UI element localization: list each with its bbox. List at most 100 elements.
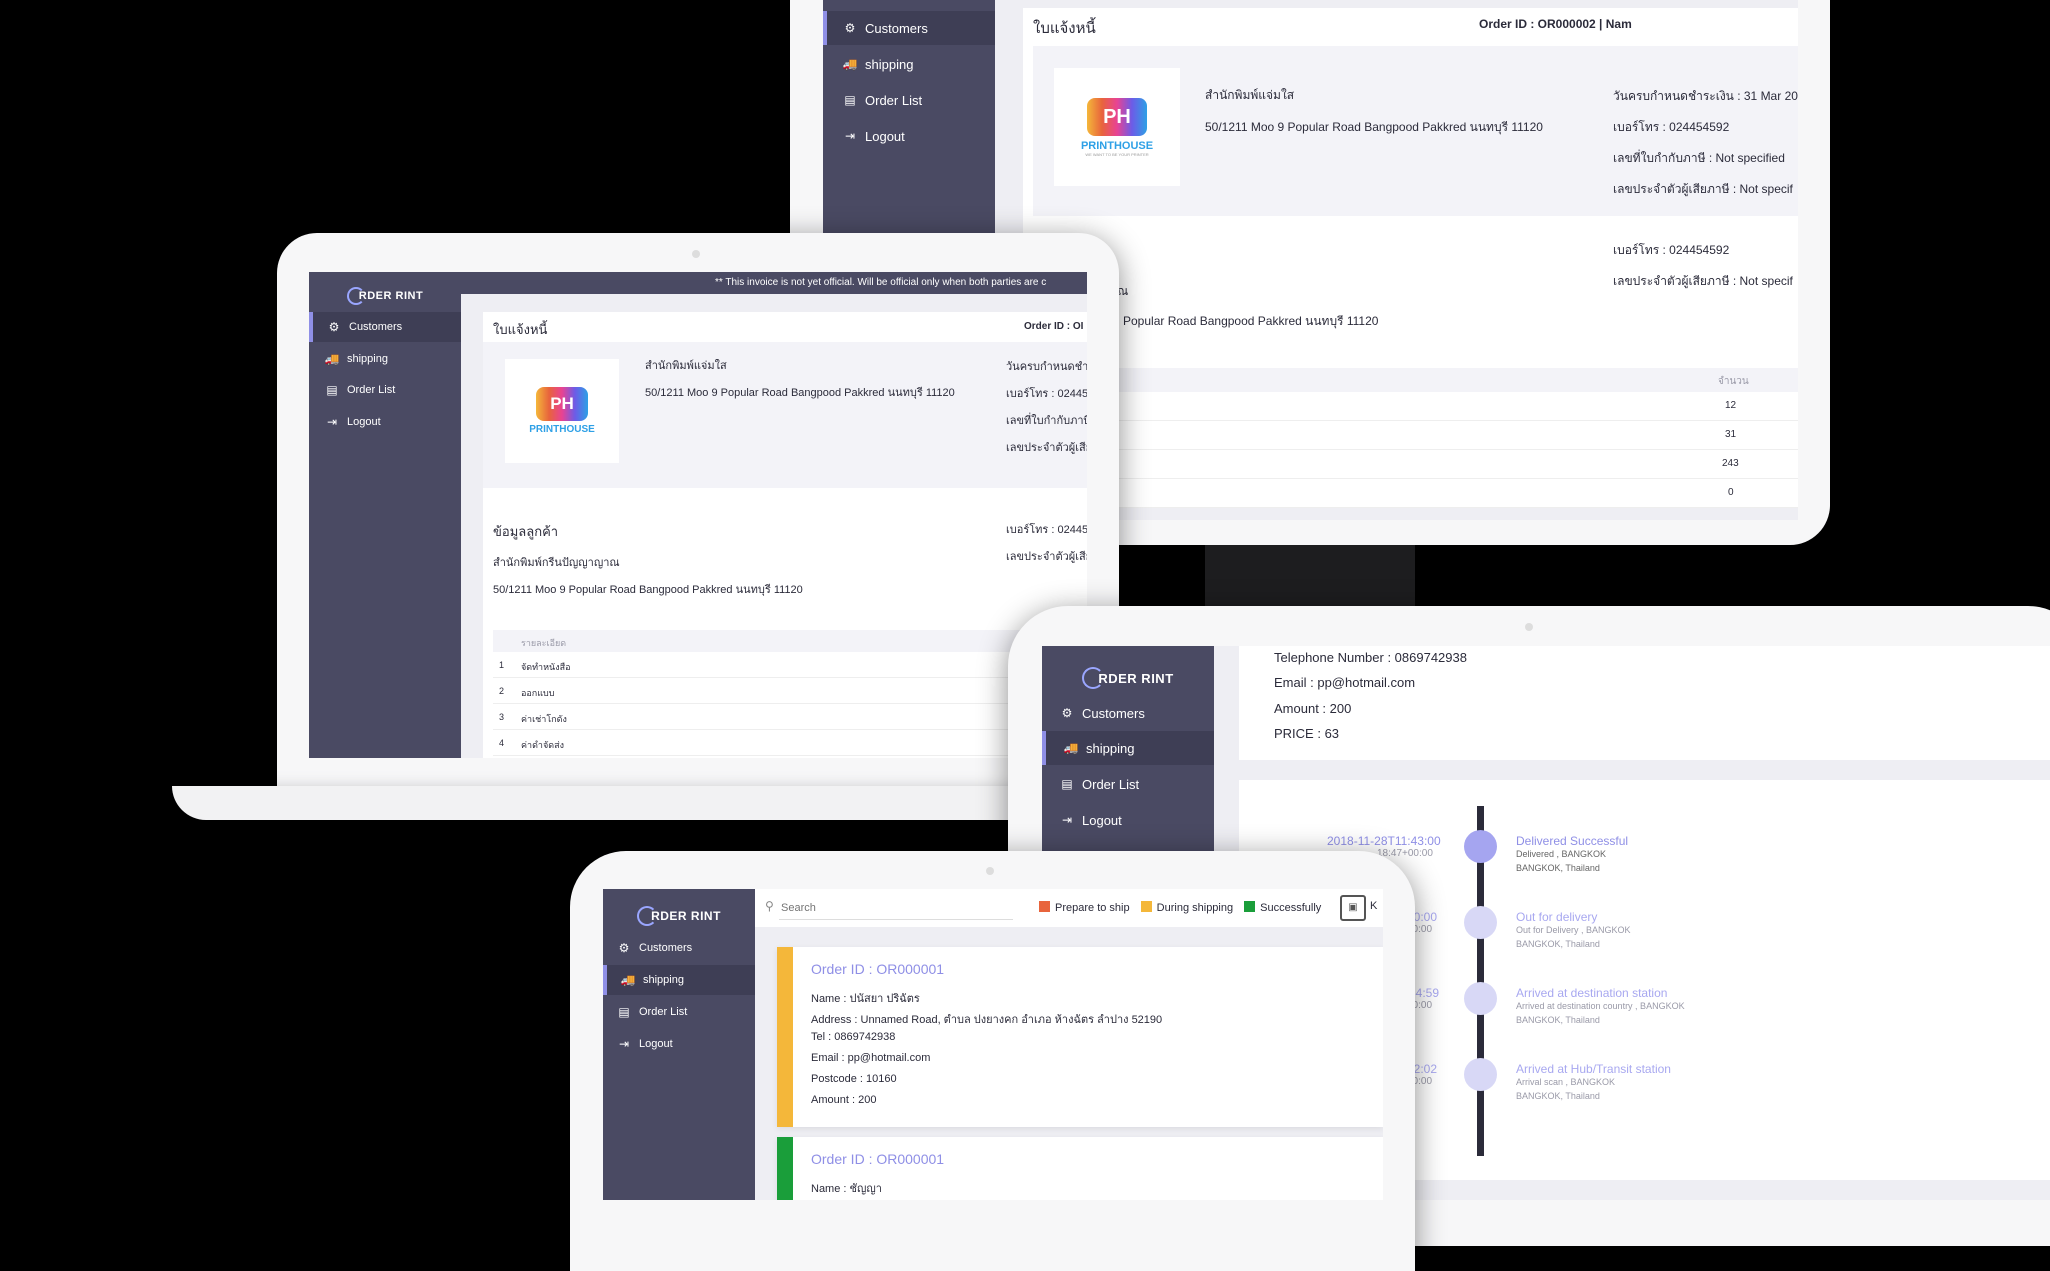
event-detail: Out for Delivery , BANGKOK (1516, 925, 1631, 935)
event-detail: Delivered , BANGKOK (1516, 849, 1607, 859)
clipboard-icon: ▤ (326, 383, 338, 397)
laptop-base (172, 786, 1132, 820)
sidebar-item-label: Order List (639, 1006, 688, 1018)
printhouse-mark: PH (536, 387, 588, 421)
order-id-header: Order ID : OR000002 | Nam (1479, 17, 1632, 31)
order-name: Name : ปนัสยา ปริฉัตร (811, 993, 920, 1005)
sidebar-item-label: Customers (865, 20, 928, 36)
truck-icon: 🚚 (620, 973, 636, 987)
unofficial-notice: ** This invoice is not yet official. Wil… (715, 277, 1047, 288)
sidebar-item-label: Logout (1082, 812, 1122, 828)
customer-tax-id: เลขประจำตัวผู้เสีย (1006, 551, 1087, 563)
tax-id: เลขประจำตัวผู้เสีย (1006, 442, 1087, 454)
invoice-card: ใบแจ้งหนี้ Order ID : OR000002 | Nam PH … (1023, 8, 1798, 508)
sidebar-item-label: Logout (865, 128, 905, 144)
sidebar-item-order-list[interactable]: ▤ Order List (309, 375, 461, 405)
order-id-header: Order ID : OI (1024, 321, 1084, 332)
email: Email : pp@hotmail.com (1274, 675, 1416, 690)
sidebar-item-shipping[interactable]: 🚚 shipping (309, 344, 461, 374)
customer-address: Popular Road Bangpood Pakkred นนทบุรี 11… (1123, 314, 1379, 328)
timeline-dot (1464, 1058, 1497, 1091)
amount: Amount : 200 (1274, 701, 1352, 716)
sidebar-item-customers[interactable]: ⚙ Customers (309, 312, 461, 342)
legend-label: During shipping (1156, 902, 1234, 914)
toolbar: ⚲ Prepare to ship During shipping Succes… (755, 889, 1383, 927)
sidebar-item-shipping[interactable]: 🚚 shipping (1042, 731, 1214, 765)
sidebar-item-label: Order List (865, 92, 923, 108)
sidebar: RDER RINT ⚙ Customers 🚚 shipping ▤ Order Li… (603, 889, 755, 1200)
dashboard-icon: ⚙ (844, 21, 856, 35)
company-name: สำนักพิมพ์แจ่มใส (1205, 88, 1295, 102)
laptop-camera (692, 250, 700, 258)
event-location: BANGKOK, Thailand (1516, 1091, 1600, 1101)
order-card[interactable]: Order ID : OR000001 Name : ชัญญา (777, 1137, 1383, 1200)
sidebar-item-order-list[interactable]: ▤ Order List (603, 997, 755, 1027)
event-time: 2018-11-28T11:43:00 (1327, 834, 1441, 848)
status-legend: Prepare to ship During shipping Successf… (1025, 901, 1321, 914)
customer-phone: เบอร์โทร : 02445 (1006, 524, 1087, 536)
event-location: BANGKOK, Thailand (1516, 1015, 1600, 1025)
notice-bar: ** This invoice is not yet official. Wil… (461, 272, 1087, 294)
table-header: จำนวน (1073, 368, 1798, 392)
customer-tax-id: เลขประจำตัวผู้เสียภาษี : Not specif (1613, 274, 1793, 288)
table-row: 243 (1073, 450, 1798, 479)
legend-label: Prepare to ship (1055, 902, 1130, 914)
dashboard-icon: ⚙ (618, 941, 630, 955)
search-input[interactable] (779, 897, 1013, 920)
app-logo: RDER RINT (1042, 646, 1214, 702)
event-title: Arrived at Hub/Transit station (1516, 1062, 1671, 1076)
table-row: 31 (1073, 421, 1798, 450)
row-detail: ค่าเช่าโกดัง (521, 714, 567, 724)
qty-column-header: จำนวน (1718, 376, 1749, 387)
company-address: 50/1211 Moo 9 Popular Road Bangpood Pakk… (1205, 120, 1543, 134)
sidebar-item-shipping[interactable]: 🚚 shipping (603, 965, 755, 995)
sidebar-item-shipping[interactable]: 🚚 shipping (823, 47, 995, 81)
sidebar-item-logout[interactable]: ⇥ Logout (823, 119, 995, 153)
sidebar-item-customers[interactable]: ⚙ Customers (823, 11, 995, 45)
invoice-title: ใบแจ้งหนี้ (1033, 20, 1096, 37)
order-card[interactable]: Order ID : OR000001 Name : ปนัสยา ปริฉัต… (777, 947, 1383, 1127)
sidebar-item-label: Logout (639, 1038, 673, 1050)
order-amount: Amount : 200 (811, 1094, 877, 1106)
table-row: 0 (1073, 479, 1798, 508)
dashboard-icon: ⚙ (328, 320, 340, 334)
sidebar-item-order-list[interactable]: ▤ Order List (823, 83, 995, 117)
event-title: Delivered Successful (1516, 834, 1629, 848)
clipboard-icon: ▤ (618, 1005, 630, 1019)
company-phone: เบอร์โทร : 024454592 (1613, 120, 1730, 134)
order-id[interactable]: Order ID : OR000001 (811, 1151, 944, 1167)
sidebar-item-label: shipping (347, 353, 388, 365)
due-date: วันครบกำหนดชำระเงิน : 31 Mar 20 (1613, 89, 1798, 103)
sidebar: RDER RINT ⚙ Customers 🚚 shipping ▤ Order Li… (309, 272, 461, 758)
printhouse-logo: PH PRINTHOUSE (505, 359, 619, 463)
search-icon: ⚲ (765, 899, 774, 913)
sidebar-item-label: Customers (1082, 705, 1145, 721)
qty-cell: 31 (1725, 429, 1737, 440)
printhouse-mark: PH (1087, 97, 1147, 136)
clipboard-icon: ▤ (844, 93, 856, 107)
sidebar-item-label: Logout (347, 416, 381, 428)
sidebar-item-customers[interactable]: ⚙ Customers (603, 933, 755, 963)
sidebar-item-logout[interactable]: ⇥ Logout (1042, 803, 1214, 837)
customer-phone: เบอร์โทร : 024454592 (1613, 243, 1730, 257)
legend-extra-label: K (1370, 900, 1378, 912)
sidebar-item-customers[interactable]: ⚙ Customers (1042, 696, 1214, 730)
tablet-camera (1525, 623, 1533, 631)
tax-id: เลขประจำตัวผู้เสียภาษี : Not specif (1613, 182, 1793, 196)
legend-label: Successfully (1260, 902, 1322, 914)
timeline-dot (1464, 906, 1497, 939)
table-row: 4 ค่าดำจัดส่ง (493, 730, 1087, 756)
customer-heading: ข้อมูลลูกค้า (493, 524, 559, 539)
tax-invoice-no: เลขที่ใบกำกับภาษี : Not specified (1613, 151, 1785, 165)
sidebar-item-label: shipping (1086, 740, 1135, 756)
sidebar-item-logout[interactable]: ⇥ Logout (309, 407, 461, 437)
qty-cell: 243 (1722, 458, 1739, 469)
legend-swatch-success (1244, 901, 1256, 912)
sidebar-item-order-list[interactable]: ▤ Order List (1042, 767, 1214, 801)
timeline-dot (1464, 982, 1497, 1015)
sidebar-item-logout[interactable]: ⇥ Logout (603, 1029, 755, 1059)
invoice-card: ใบแจ้งหนี้ Order ID : OI PH PRINTHOUSE ส… (483, 312, 1087, 758)
printhouse-logo: PH PRINTHOUSE WE WANT TO BE YOUR PRINTER (1054, 68, 1180, 186)
order-id[interactable]: Order ID : OR000001 (811, 961, 944, 977)
package-icon[interactable]: ▣ (1340, 895, 1366, 921)
